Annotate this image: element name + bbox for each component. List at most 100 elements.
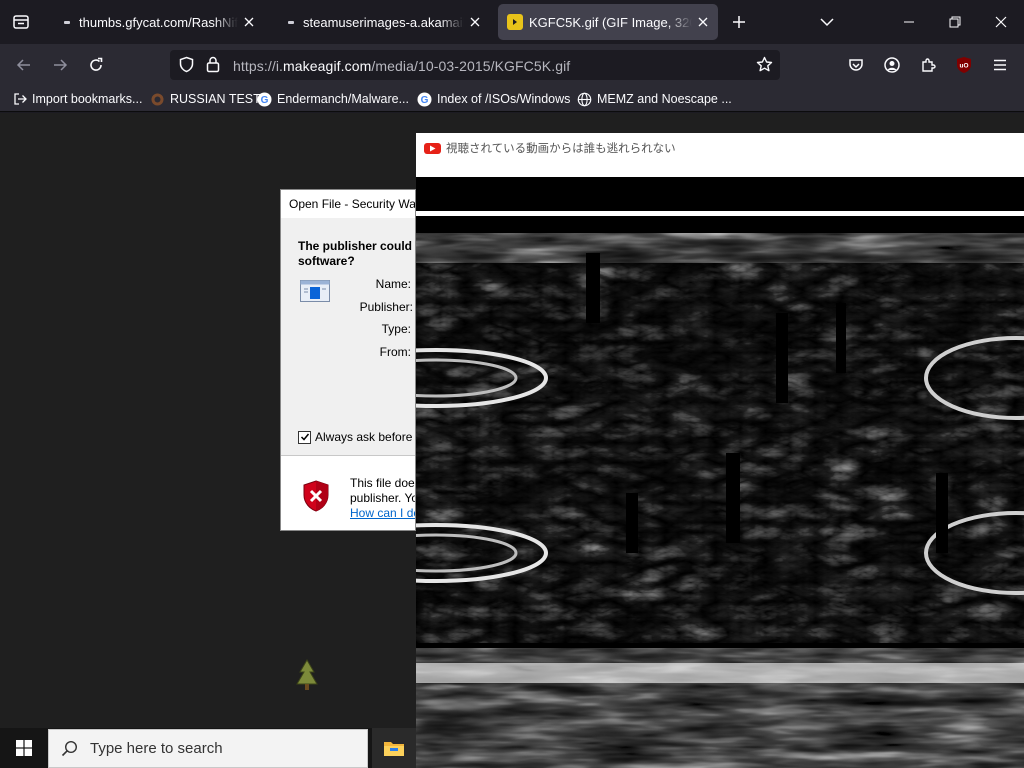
ublock-origin-button[interactable]: uO bbox=[949, 50, 979, 80]
import-icon bbox=[12, 92, 27, 107]
tab-close-icon[interactable] bbox=[694, 13, 712, 31]
video-caption-bar: 視聴されている動画からは誰も逃れられない bbox=[416, 133, 1024, 163]
taskbar-search-box[interactable] bbox=[48, 729, 368, 768]
svg-text:uO: uO bbox=[959, 63, 968, 70]
reload-icon bbox=[90, 57, 103, 71]
tab-kgfc5k-gif[interactable]: KGFC5K.gif (GIF Image, 320 × 2 bbox=[498, 4, 718, 40]
url-path: /media/10-03-2015/KGFC5K.gif bbox=[371, 58, 571, 74]
search-input[interactable] bbox=[90, 740, 350, 757]
dialog-heading: The publisher could not be verified. Are… bbox=[298, 239, 415, 269]
dialog-heading-line2: software? bbox=[298, 254, 355, 268]
field-name-label: Name: bbox=[375, 277, 411, 291]
bookmark-label: Import bookmarks... bbox=[32, 92, 143, 106]
list-all-tabs-button[interactable] bbox=[812, 8, 842, 36]
account-icon bbox=[884, 57, 900, 73]
bookmark-russian-test[interactable]: RUSSIAN TEST bbox=[150, 89, 261, 109]
address-bar[interactable]: https://i.makeagif.com/media/10-03-2015/… bbox=[170, 50, 780, 80]
tab-favicon-icon bbox=[288, 20, 294, 24]
new-tab-button[interactable] bbox=[724, 8, 754, 36]
checkbox-box[interactable] bbox=[298, 430, 311, 444]
firefox-view-button[interactable] bbox=[0, 0, 42, 44]
gif-favicon-icon bbox=[507, 14, 523, 30]
tab-title: KGFC5K.gif (GIF Image, 320 × 2 bbox=[529, 14, 692, 30]
firefox-view-icon bbox=[13, 15, 29, 29]
bookmark-endermanch-malware[interactable]: G Endermanch/Malware... bbox=[257, 89, 409, 109]
bookmark-star-button[interactable] bbox=[756, 56, 773, 78]
warning-text-line2: publisher. You should only run software … bbox=[350, 491, 415, 505]
svg-text:G: G bbox=[261, 95, 269, 106]
search-icon bbox=[61, 740, 78, 757]
video-caption-text: 視聴されている動画からは誰も逃れられない bbox=[446, 143, 676, 155]
screen: thumbs.gfycat.com/RashNiftyE steamuserim… bbox=[0, 0, 1024, 768]
tab-steamuserimages[interactable]: steamuserimages-a.akamaihd.n bbox=[278, 4, 490, 40]
arrow-right-icon bbox=[54, 59, 68, 71]
url-text[interactable]: https://i.makeagif.com/media/10-03-2015/… bbox=[233, 58, 570, 74]
folder-icon bbox=[384, 742, 404, 756]
minimize-icon bbox=[904, 21, 914, 23]
extensions-button[interactable] bbox=[913, 50, 943, 80]
ublock-icon: uO bbox=[957, 57, 971, 73]
warning-text: This file does not have a valid digital … bbox=[350, 476, 415, 506]
menu-button[interactable] bbox=[985, 50, 1015, 80]
restore-button[interactable] bbox=[932, 0, 978, 44]
minimize-button[interactable] bbox=[886, 0, 932, 44]
bookmark-index-isos[interactable]: G Index of /ISOs/Windows bbox=[417, 89, 570, 109]
url-host: makeagif.com bbox=[283, 58, 372, 74]
field-from-label: From: bbox=[379, 345, 411, 359]
gif-frame-artwork bbox=[416, 163, 1024, 768]
account-button[interactable] bbox=[877, 50, 907, 80]
always-ask-checkbox[interactable]: Always ask before opening this file bbox=[298, 430, 415, 444]
file-explorer-button[interactable] bbox=[372, 728, 416, 768]
tab-favicon-icon bbox=[64, 20, 70, 24]
bookmark-label: RUSSIAN TEST bbox=[170, 92, 261, 106]
svg-text:G: G bbox=[421, 95, 429, 106]
tab-close-icon[interactable] bbox=[240, 13, 258, 31]
dialog-heading-line1: The publisher could not be verified. Are… bbox=[298, 239, 415, 253]
windows-logo-icon bbox=[16, 740, 32, 756]
tab-gfycat[interactable]: thumbs.gfycat.com/RashNiftyE bbox=[54, 4, 264, 40]
bookmark-memz-noescape[interactable]: MEMZ and Noescape ... bbox=[577, 89, 732, 109]
back-button[interactable] bbox=[9, 50, 39, 80]
reload-button[interactable] bbox=[81, 50, 111, 80]
help-link[interactable]: How can I decide what software to run? bbox=[350, 506, 415, 520]
restore-icon bbox=[949, 16, 961, 28]
globe-icon bbox=[577, 92, 592, 107]
url-prefix: https://i. bbox=[233, 58, 284, 74]
field-type-label: Type: bbox=[381, 322, 411, 336]
start-button[interactable] bbox=[0, 728, 48, 768]
pocket-icon bbox=[849, 59, 863, 71]
tab-close-icon[interactable] bbox=[466, 13, 484, 31]
bookmark-label: Endermanch/Malware... bbox=[277, 92, 410, 106]
star-icon bbox=[756, 56, 773, 72]
taskbar bbox=[0, 728, 416, 768]
pocket-button[interactable] bbox=[841, 50, 871, 80]
arrow-left-icon bbox=[16, 59, 30, 71]
tab-strip: thumbs.gfycat.com/RashNiftyE steamuserim… bbox=[0, 0, 1024, 44]
lock-icon[interactable] bbox=[206, 56, 220, 78]
generic-favicon bbox=[150, 92, 165, 107]
google-icon: G bbox=[257, 92, 272, 107]
dialog-title: Open File - Security Warning bbox=[281, 190, 415, 218]
bookmark-label: MEMZ and Noescape ... bbox=[597, 92, 732, 106]
tab-title: thumbs.gfycat.com/RashNiftyE bbox=[79, 14, 238, 30]
warning-text-line1: This file does not have a valid digital … bbox=[350, 476, 415, 490]
tracking-protection-icon[interactable] bbox=[178, 56, 195, 78]
bookmark-label: Index of /ISOs/Windows bbox=[437, 92, 571, 106]
forward-button[interactable] bbox=[45, 50, 75, 80]
youtube-icon bbox=[424, 142, 441, 154]
checkbox-label: Always ask before opening this file bbox=[315, 430, 415, 444]
plus-icon bbox=[733, 16, 745, 28]
puzzle-icon bbox=[922, 58, 936, 72]
tab-title: steamuserimages-a.akamaihd.n bbox=[303, 14, 464, 30]
close-icon bbox=[995, 16, 1007, 28]
gif-image: 視聴されている動画からは誰も逃れられない bbox=[416, 133, 1024, 768]
google-icon: G bbox=[417, 92, 432, 107]
close-window-button[interactable] bbox=[978, 0, 1024, 44]
bookmarks-toolbar: Import bookmarks... RUSSIAN TEST G Ender… bbox=[0, 86, 1024, 112]
chevron-down-icon bbox=[820, 18, 834, 27]
desktop-tree-icon[interactable] bbox=[294, 658, 320, 692]
bookmark-import[interactable]: Import bookmarks... bbox=[12, 89, 142, 109]
field-publisher-label: Publisher: bbox=[359, 300, 413, 314]
security-warning-dialog[interactable]: Open File - Security Warning The publish… bbox=[280, 189, 416, 531]
hamburger-menu-icon bbox=[994, 59, 1006, 71]
